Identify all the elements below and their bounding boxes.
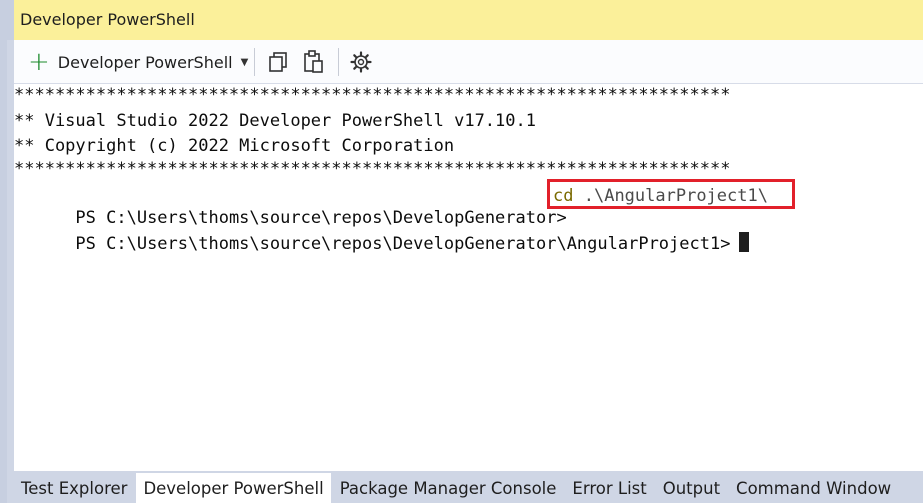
toolbar-separator (338, 48, 339, 76)
tab-package-manager-console[interactable]: Package Manager Console (332, 473, 564, 503)
terminal-output[interactable]: ****************************************… (14, 84, 923, 471)
paste-icon (304, 50, 323, 73)
settings-button[interactable] (350, 49, 372, 75)
bottom-tab-strip: Test Explorer Developer PowerShell Packa… (14, 473, 923, 503)
title-bar: Developer PowerShell (7, 0, 923, 40)
banner-line: ****************************************… (14, 159, 731, 179)
highlight-box (547, 179, 795, 209)
copy-icon (269, 52, 287, 72)
prompt-text: PS C:\Users\thoms\source\repos\DevelopGe… (75, 234, 731, 254)
new-terminal-button[interactable]: + Developer PowerShell ▼ (28, 49, 248, 75)
copy-button[interactable] (268, 49, 290, 75)
new-terminal-label: Developer PowerShell (57, 52, 233, 72)
tab-error-list[interactable]: Error List (565, 473, 654, 503)
tab-test-explorer[interactable]: Test Explorer (14, 473, 135, 503)
window-title: Developer PowerShell (20, 10, 195, 29)
banner-line: ****************************************… (14, 85, 731, 105)
tab-output[interactable]: Output (655, 473, 728, 503)
gear-icon (350, 51, 372, 73)
tab-command-window[interactable]: Command Window (729, 473, 899, 503)
prompt-line-2: PS C:\Users\thoms\source\repos\DevelopGe… (14, 210, 750, 277)
terminal-toolbar: + Developer PowerShell ▼ (14, 40, 923, 84)
toolbar-separator (254, 48, 255, 76)
banner-line: ** Visual Studio 2022 Developer PowerShe… (14, 111, 536, 131)
text-cursor (739, 232, 750, 252)
plus-icon: + (28, 47, 50, 77)
paste-button[interactable] (303, 49, 325, 75)
ide-tool-window: Developer PowerShell + Developer PowerSh… (0, 0, 923, 503)
banner-line: ** Copyright (c) 2022 Microsoft Corporat… (14, 136, 455, 156)
caret-down-icon[interactable]: ▼ (241, 57, 249, 68)
tab-developer-powershell[interactable]: Developer PowerShell (136, 473, 331, 503)
